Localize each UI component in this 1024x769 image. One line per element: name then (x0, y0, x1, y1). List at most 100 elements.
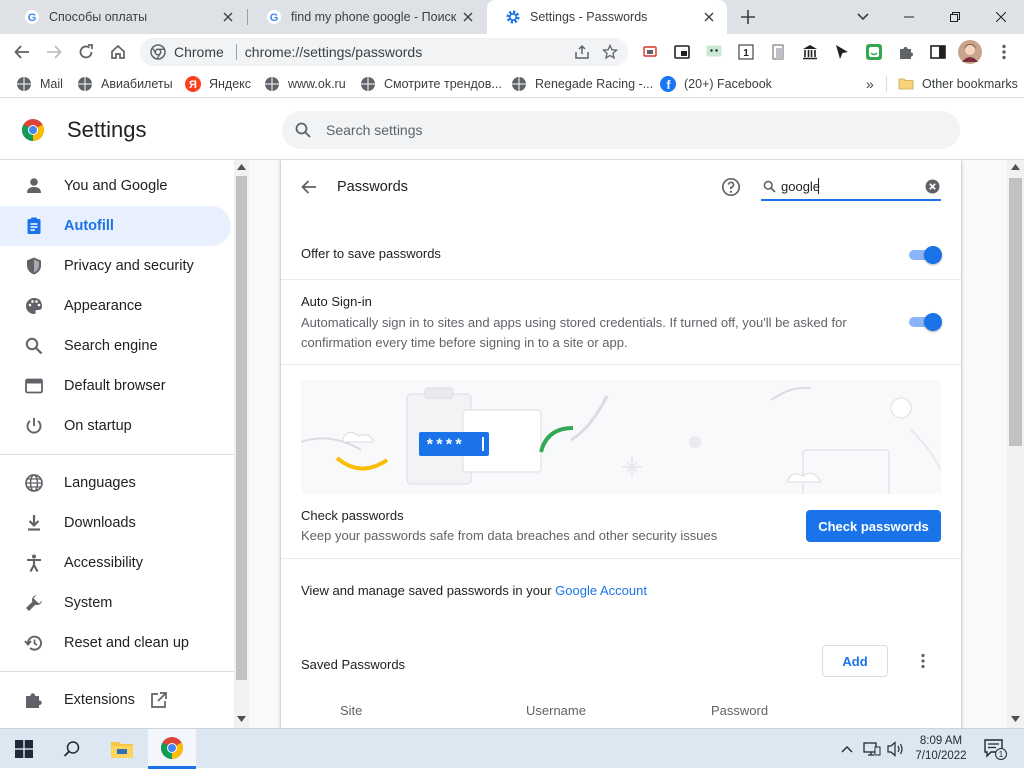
open-in-new-icon (151, 692, 167, 708)
settings-search-input[interactable]: Search settings (326, 122, 423, 138)
globe-icon (17, 77, 31, 91)
sidebar-item-system[interactable]: System (0, 583, 231, 623)
bookmarks-overflow-button[interactable]: » (866, 70, 874, 98)
restore-button[interactable] (932, 0, 978, 34)
sidebar-item-reset[interactable]: Reset and clean up (0, 623, 231, 663)
google-account-link[interactable]: Google Account (555, 583, 647, 598)
help-icon[interactable] (721, 177, 741, 197)
sidebar-item-you-and-google[interactable]: You and Google (0, 166, 231, 206)
cursor-extension-icon[interactable] (832, 42, 852, 62)
tab-settings-passwords[interactable]: Settings - Passwords (487, 0, 727, 34)
tray-chevron-up-icon[interactable] (836, 729, 858, 769)
notification-icon: 1 (984, 739, 1007, 760)
picture-in-picture-icon[interactable] (672, 42, 692, 62)
globe-icon (361, 77, 375, 91)
documents-extension-icon[interactable] (768, 42, 788, 62)
password-search-input[interactable]: google (781, 179, 820, 194)
close-window-button[interactable] (978, 0, 1024, 34)
chrome-menu-icon[interactable] (994, 42, 1014, 62)
sidebar-item-privacy[interactable]: Privacy and security (0, 246, 231, 286)
new-tab-button[interactable] (726, 0, 770, 34)
globe-icon (25, 474, 43, 492)
site-chip-label: Chrome (174, 44, 224, 60)
reload-button[interactable] (72, 38, 100, 66)
taskbar-search-button[interactable] (48, 729, 96, 769)
settings-search-box[interactable]: Search settings (282, 111, 960, 149)
volume-icon[interactable] (884, 729, 908, 769)
extensions-puzzle-icon[interactable] (896, 42, 916, 62)
sidebar-scrollbar[interactable] (234, 160, 249, 728)
bookmark-label: www.ok.ru (288, 77, 346, 91)
file-explorer-taskbar-icon[interactable] (98, 729, 146, 769)
close-tab-icon[interactable] (218, 7, 238, 27)
sidebar-item-appearance[interactable]: Appearance (0, 286, 231, 326)
translate-extension-icon[interactable] (704, 42, 724, 62)
sidebar-item-accessibility[interactable]: Accessibility (0, 543, 231, 583)
auto-signin-toggle[interactable] (909, 313, 942, 331)
password-search-field[interactable]: google (761, 173, 941, 201)
bookmark-label: Renegade Racing -... (535, 77, 654, 91)
bookmark-trending[interactable]: Смотрите трендов... (360, 70, 502, 98)
share-icon[interactable] (574, 44, 590, 60)
tab-google-search[interactable]: G find my phone google - Поиск в (248, 0, 486, 34)
clear-search-icon[interactable] (925, 179, 940, 194)
tab-payment-methods[interactable]: G Способы оплаты (6, 0, 246, 34)
profile-avatar[interactable] (958, 40, 982, 64)
forward-button[interactable] (40, 38, 68, 66)
sidebar-item-on-startup[interactable]: On startup (0, 406, 231, 446)
globe-icon (512, 77, 526, 91)
taskbar-clock[interactable]: 8:09 AM 7/10/2022 (908, 729, 974, 769)
sidebar-item-extensions[interactable]: Extensions (0, 680, 231, 720)
bookmark-label: Смотрите трендов... (384, 77, 502, 91)
page-scrollbar[interactable] (1007, 160, 1024, 728)
windows-taskbar: 8:09 AM 7/10/2022 1 (0, 728, 1024, 769)
bookmark-star-icon[interactable] (602, 44, 618, 60)
museum-extension-icon[interactable] (800, 42, 820, 62)
power-icon (26, 418, 42, 434)
green-extension-icon[interactable] (864, 42, 884, 62)
close-tab-icon[interactable] (458, 7, 478, 27)
sidebar-item-label: On startup (64, 418, 132, 434)
more-actions-icon[interactable] (921, 653, 925, 669)
bookmark-facebook[interactable]: f (20+) Facebook (660, 70, 772, 98)
check-passwords-description: Keep your passwords safe from data breac… (301, 528, 718, 543)
bookmark-mail[interactable]: Mail (16, 70, 63, 98)
google-favicon-icon: G (267, 10, 281, 24)
address-bar[interactable]: Chrome chrome://settings/passwords (140, 38, 628, 66)
counter-extension-icon[interactable]: 1 (736, 42, 756, 62)
other-bookmarks-folder[interactable]: Other bookmarks (898, 70, 1018, 98)
sidebar-item-downloads[interactable]: Downloads (0, 503, 231, 543)
sidebar-item-languages[interactable]: Languages (0, 463, 231, 503)
tab-search-chevron-icon[interactable] (840, 0, 886, 34)
notifications-button[interactable]: 1 (978, 729, 1012, 769)
cast-extension-icon[interactable] (640, 42, 660, 62)
home-button[interactable] (104, 38, 132, 66)
check-passwords-button[interactable]: Check passwords (806, 510, 941, 542)
sidebar-item-search-engine[interactable]: Search engine (0, 326, 231, 366)
back-button[interactable] (8, 38, 36, 66)
bookmarks-bar: Mail Авиабилеты Я Яндекс www.ok.ru Смотр… (0, 70, 1024, 98)
sidebar-item-label: Appearance (64, 298, 143, 314)
minimize-button[interactable] (886, 0, 932, 34)
bookmark-renegade[interactable]: Renegade Racing -... (511, 70, 653, 98)
illustration-asterisks: **** (425, 437, 463, 455)
start-button[interactable] (0, 729, 48, 769)
bookmark-ok[interactable]: www.ok.ru (264, 70, 346, 98)
sidebar-item-autofill[interactable]: Autofill (0, 206, 231, 246)
bookmark-label: (20+) Facebook (684, 77, 772, 91)
close-tab-icon[interactable] (699, 7, 719, 27)
chrome-taskbar-icon[interactable] (148, 729, 196, 769)
offer-save-toggle[interactable] (909, 246, 942, 264)
side-panel-icon[interactable] (928, 42, 948, 62)
clock-date: 7/10/2022 (915, 750, 967, 762)
autofill-icon (27, 217, 41, 234)
row-divider (281, 279, 961, 280)
sidebar-item-default-browser[interactable]: Default browser (0, 366, 231, 406)
manage-passwords-text: View and manage saved passwords in your … (301, 583, 647, 598)
add-password-button[interactable]: Add (822, 645, 888, 677)
network-icon[interactable] (860, 729, 884, 769)
palette-icon (26, 298, 42, 314)
back-arrow-icon[interactable] (301, 179, 317, 195)
bookmark-aviabilety[interactable]: Авиабилеты (77, 70, 173, 98)
bookmark-yandex[interactable]: Я Яндекс (185, 70, 251, 98)
